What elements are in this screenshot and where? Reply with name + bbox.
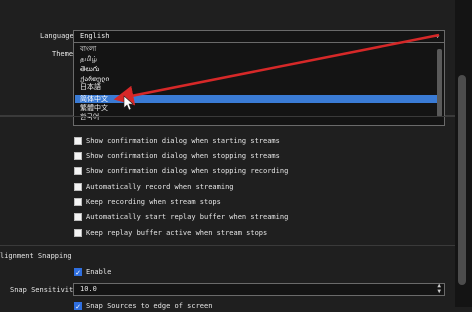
checkbox[interactable] — [74, 137, 82, 145]
section-divider — [0, 245, 455, 246]
language-label: Language — [40, 32, 74, 40]
enable-label: Enable — [86, 268, 112, 276]
snap-sources-row[interactable]: ✓ Snap Sources to edge of screen — [74, 300, 212, 312]
checkbox-label: Automatically start replay buffer when s… — [86, 213, 289, 221]
theme-label: Theme — [52, 50, 74, 58]
checkbox-row[interactable]: Keep replay buffer active when stream st… — [74, 227, 267, 239]
checkbox[interactable] — [74, 152, 82, 160]
checkbox-label: Keep replay buffer active when stream st… — [86, 229, 268, 237]
checkbox[interactable] — [74, 198, 82, 206]
settings-scrollbar[interactable] — [458, 75, 466, 285]
checkbox-label: Show confirmation dialog when stopping s… — [86, 152, 280, 160]
checkbox-label: Show confirmation dialog when starting s… — [86, 137, 280, 145]
checkbox[interactable] — [74, 183, 82, 191]
language-option[interactable]: తెలుగు — [80, 65, 99, 73]
checkbox-row[interactable]: Show confirmation dialog when stopping r… — [74, 165, 288, 177]
alignment-snapping-title: lignment Snapping — [0, 252, 72, 260]
checkbox-row[interactable]: Show confirmation dialog when stopping s… — [74, 150, 280, 162]
checkbox[interactable] — [74, 167, 82, 175]
dropdown-scrollbar[interactable] — [437, 49, 442, 117]
snap-sensitivity-value: 10.0 — [80, 285, 97, 293]
checkbox-row[interactable]: Automatically start replay buffer when s… — [74, 211, 288, 223]
language-option[interactable]: বাংলা — [80, 45, 96, 53]
snap-sensitivity-label: Snap Sensitivity — [10, 286, 78, 294]
enable-checkbox[interactable]: ✓ — [74, 268, 82, 277]
checkbox-label: Show confirmation dialog when stopping r… — [86, 167, 289, 175]
snap-sources-label: Snap Sources to edge of screen — [86, 302, 213, 310]
language-dropdown-list[interactable]: বাংলা தமிழ் తెలుగు ქართული 日本語 简体中文 繁體中文… — [73, 42, 445, 126]
chevron-down-icon[interactable]: ⌄ — [435, 30, 440, 39]
checkbox-row[interactable]: Show confirmation dialog when starting s… — [74, 135, 280, 147]
language-option[interactable]: ქართული — [80, 75, 110, 83]
language-option[interactable]: 日本語 — [80, 83, 101, 91]
snap-sensitivity-input[interactable]: 10.0 ▲ ▼ — [73, 283, 445, 296]
checkbox-label: Keep recording when stream stops — [86, 198, 221, 206]
language-option-selected[interactable]: 简体中文 — [75, 95, 440, 103]
checkbox-row[interactable]: Keep recording when stream stops — [74, 196, 221, 208]
section-divider — [0, 116, 455, 117]
enable-snapping-row[interactable]: ✓ Enable — [74, 266, 111, 278]
language-value: English — [80, 32, 110, 40]
language-option[interactable]: தமிழ் — [80, 55, 97, 63]
spinner-icon[interactable]: ▲ ▼ — [437, 283, 441, 295]
checkbox-row[interactable]: Automatically record when streaming — [74, 181, 234, 193]
checkbox[interactable] — [74, 213, 82, 221]
checkbox-label: Automatically record when streaming — [86, 183, 234, 191]
checkbox[interactable] — [74, 229, 82, 237]
language-option[interactable]: 한국어 — [80, 113, 99, 121]
language-option[interactable]: 繁體中文 — [80, 104, 108, 112]
snap-sources-checkbox[interactable]: ✓ — [74, 302, 82, 311]
